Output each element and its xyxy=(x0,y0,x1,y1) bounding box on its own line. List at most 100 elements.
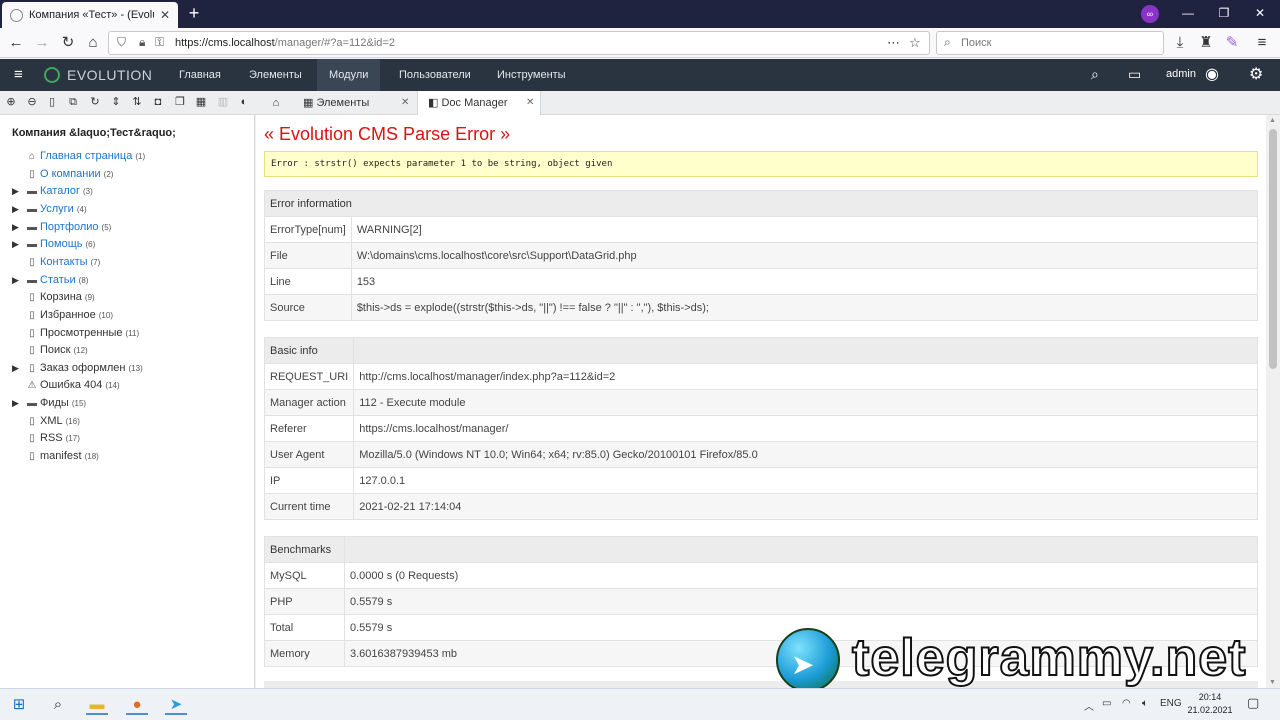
sort-menu-icon[interactable]: ⇅ xyxy=(130,95,144,109)
tree-node[interactable]: ▶ ▬ Фиды (15) xyxy=(12,395,86,411)
expand-arrow-icon[interactable]: ▶ xyxy=(12,236,19,252)
tray-app-icon[interactable]: ▭ xyxy=(1102,698,1111,709)
expand-arrow-icon[interactable]: ▶ xyxy=(12,201,19,217)
user-name[interactable]: admin xyxy=(1166,68,1196,80)
sort-tree-icon[interactable]: ⇕ xyxy=(109,95,123,109)
expand-arrow-icon[interactable]: ▶ xyxy=(12,219,19,235)
home-button[interactable]: ⌂ xyxy=(83,33,103,53)
collections-icon[interactable]: ♜ xyxy=(1196,33,1216,53)
trash-icon[interactable]: ▥ xyxy=(216,95,230,109)
notifications-icon[interactable]: ▢ xyxy=(1247,695,1259,711)
tree-node[interactable]: ▯ Избранное (10) xyxy=(26,307,113,323)
user-avatar-icon[interactable]: ◉ xyxy=(1205,64,1219,84)
language-indicator[interactable]: ENG xyxy=(1160,698,1182,709)
theme-toggle-icon[interactable]: ◐ xyxy=(237,95,251,109)
menu-elements[interactable]: Элементы xyxy=(237,59,314,91)
reload-button[interactable]: ↻ xyxy=(58,33,78,53)
tab-doc-manager[interactable]: ◧ Doc Manager ✕ xyxy=(417,91,541,116)
shield-icon[interactable]: ⛉ xyxy=(117,35,126,50)
firefox-icon[interactable]: ● xyxy=(126,695,148,715)
row-value: 0.0000 s (0 Requests) xyxy=(344,562,1258,589)
close-tab-icon[interactable]: ✕ xyxy=(160,8,170,22)
scrollbar-thumb[interactable] xyxy=(1269,129,1277,369)
extension-icon[interactable]: ✎ xyxy=(1222,33,1242,53)
files-icon[interactable]: ❐ xyxy=(173,95,187,109)
scroll-up-icon[interactable]: ▲ xyxy=(1269,117,1276,124)
expand-tree-icon[interactable]: ⊕ xyxy=(4,95,18,109)
key-icon[interactable]: ⚿ xyxy=(155,35,164,50)
image-manager-icon[interactable]: ◘ xyxy=(151,95,165,109)
volume-icon[interactable]: 🔈︎ xyxy=(1142,698,1148,709)
tree-node[interactable]: ▶ ▯ Заказ оформлен (13) xyxy=(12,360,143,376)
forward-button[interactable]: → xyxy=(32,33,52,53)
expand-arrow-icon[interactable]: ▶ xyxy=(12,183,19,199)
menu-home[interactable]: Главная xyxy=(167,59,233,91)
tree-node[interactable]: ▶ ▬ Статьи (8) xyxy=(12,272,88,288)
tree-node[interactable]: ▯ manifest (18) xyxy=(26,448,99,464)
row-key: REQUEST_URI xyxy=(263,363,355,390)
content-scrollbar[interactable]: ▲ ▼ xyxy=(1266,115,1280,688)
expand-arrow-icon[interactable]: ▶ xyxy=(12,360,19,376)
grid-icon: ▦ xyxy=(303,97,317,109)
tab-home[interactable]: ⌂ xyxy=(259,91,293,115)
hamburger-icon[interactable]: ≡ xyxy=(14,66,23,83)
error-info-table: Error information ErrorType[num] WARNING[… xyxy=(264,190,1259,321)
settings-gears-icon[interactable]: ⚙ xyxy=(1249,64,1263,84)
tab-elements[interactable]: ▦ Элементы ✕ xyxy=(293,91,415,115)
wifi-icon[interactable]: ◠ xyxy=(1122,698,1131,709)
elements-grid-icon[interactable]: ▦ xyxy=(194,95,208,109)
tree-node[interactable]: ▯ XML (16) xyxy=(26,413,80,429)
tree-node[interactable]: ⚠ Ошибка 404 (14) xyxy=(26,377,120,393)
refresh-tree-icon[interactable]: ↻ xyxy=(88,95,102,109)
minimize-button[interactable]: — xyxy=(1178,6,1198,20)
close-tab-icon[interactable]: ✕ xyxy=(401,91,409,115)
telegram-icon[interactable]: ➤ xyxy=(165,695,187,715)
new-document-icon[interactable]: ▯ xyxy=(45,95,59,109)
menu-modules[interactable]: Модули xyxy=(317,59,381,91)
tree-node[interactable]: ▯ Поиск (12) xyxy=(26,342,87,358)
tree-node[interactable]: ▯ RSS (17) xyxy=(26,430,80,446)
maximize-button[interactable]: ❐ xyxy=(1214,6,1234,20)
back-button[interactable]: ← xyxy=(6,33,26,53)
tree-node[interactable]: ▶ ▬ Услуги (4) xyxy=(12,201,87,217)
url-text[interactable]: https://cms.localhost/manager/#?a=112&id… xyxy=(175,37,395,49)
search-bar[interactable]: ⌕ Поиск xyxy=(936,31,1164,55)
new-weblink-icon[interactable]: ⧉ xyxy=(66,95,80,109)
downloads-icon[interactable]: ⤓ xyxy=(1170,33,1190,53)
desktop-icon[interactable]: ▭ xyxy=(1128,66,1141,83)
row-value: https://cms.localhost/manager/ xyxy=(353,415,1258,442)
scroll-down-icon[interactable]: ▼ xyxy=(1269,679,1276,686)
lock-icon[interactable]: 🔒︎ xyxy=(139,35,145,50)
search-icon[interactable]: ⌕ xyxy=(47,695,69,715)
menu-tools[interactable]: Инструменты xyxy=(485,59,578,91)
tree-node[interactable]: ▯ Корзина (9) xyxy=(26,289,94,305)
tray-overflow-icon[interactable]: ︿ xyxy=(1084,698,1094,713)
tree-node[interactable]: ▶ ▬ Портфолио (5) xyxy=(12,219,111,235)
search-placeholder: Поиск xyxy=(961,37,992,49)
collapse-tree-icon[interactable]: ⊖ xyxy=(25,95,39,109)
close-window-button[interactable]: ✕ xyxy=(1250,6,1270,20)
tree-node[interactable]: ▯ Контакты (7) xyxy=(26,254,100,270)
bookmark-star-icon[interactable]: ☆ xyxy=(909,35,921,51)
expand-arrow-icon[interactable]: ▶ xyxy=(12,395,19,411)
tree-node-label: Каталог xyxy=(40,185,80,198)
tree-node[interactable]: ▯ Просмотренные (11) xyxy=(26,325,139,341)
main-content: « Evolution CMS Parse Error » Error : st… xyxy=(256,115,1266,688)
tree-node[interactable]: ▯ О компании (2) xyxy=(26,166,113,182)
new-tab-button[interactable]: + xyxy=(184,3,204,24)
close-tab-icon[interactable]: ✕ xyxy=(526,91,534,115)
page-actions-icon[interactable]: ⋯ xyxy=(887,35,900,51)
menu-users[interactable]: Пользователи xyxy=(387,59,483,91)
expand-arrow-icon[interactable]: ▶ xyxy=(12,272,19,288)
home-icon: ⌂ xyxy=(28,151,36,162)
clock[interactable]: 20:14 21.02.2021 xyxy=(1186,691,1234,717)
windows-start-icon[interactable]: ⊞ xyxy=(8,695,30,715)
tree-node[interactable]: ▶ ▬ Каталог (3) xyxy=(12,183,93,199)
menu-icon[interactable]: ≡ xyxy=(1252,33,1272,53)
search-icon[interactable]: ⌕ xyxy=(1091,66,1099,83)
url-bar[interactable]: ⛉ 🔒︎ ⚿ https://cms.localhost/manager/#?a… xyxy=(108,31,930,55)
browser-tab[interactable]: Компания «Тест» - (Evolution ✕ xyxy=(2,2,178,28)
tree-node[interactable]: ⌂ Главная страница (1) xyxy=(26,148,145,164)
tree-node[interactable]: ▶ ▬ Помощь (6) xyxy=(12,236,95,252)
file-explorer-icon[interactable]: ▬ xyxy=(86,695,108,715)
